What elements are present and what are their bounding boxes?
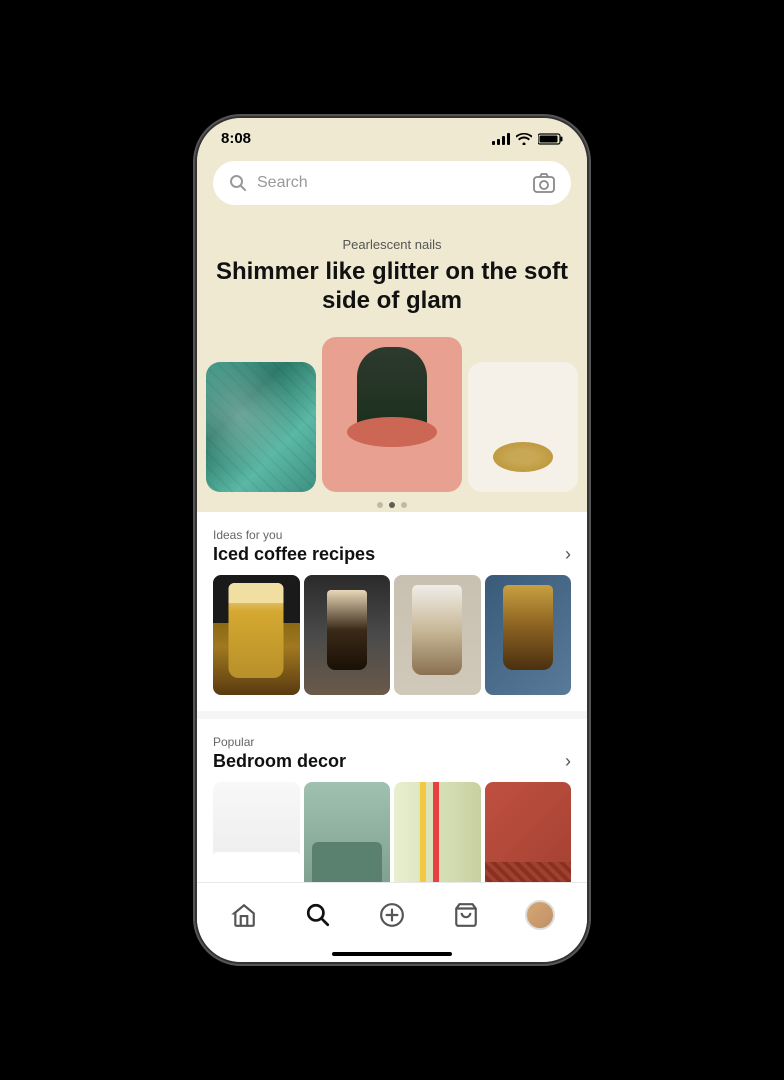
dot-2[interactable]	[389, 502, 395, 508]
bottom-nav	[197, 882, 587, 962]
hero-section: Pearlescent nails Shimmer like glitter o…	[197, 221, 587, 492]
iced-coffee-section: Ideas for you Iced coffee recipes ›	[197, 512, 587, 695]
nav-shop[interactable]	[441, 893, 491, 937]
coffee-image-4[interactable]	[485, 575, 572, 695]
coffee-image-2[interactable]	[304, 575, 391, 695]
shop-icon	[453, 902, 479, 928]
phone-frame: 8:08	[197, 118, 587, 962]
section1-title: Iced coffee recipes	[213, 544, 375, 565]
section1-header[interactable]: Iced coffee recipes ›	[213, 544, 571, 565]
carousel-dots	[197, 492, 587, 512]
avatar[interactable]	[525, 900, 555, 930]
search-bar[interactable]: Search	[213, 161, 571, 205]
wifi-icon	[516, 133, 532, 145]
nav-add[interactable]	[367, 893, 417, 937]
hero-subtitle: Pearlescent nails	[213, 237, 571, 252]
hero-images	[213, 332, 571, 492]
search-icon	[229, 174, 247, 192]
battery-icon	[538, 133, 563, 145]
section1-meta: Ideas for you	[213, 528, 571, 542]
time: 8:08	[221, 130, 251, 147]
nav-home[interactable]	[219, 893, 269, 937]
section2-meta: Popular	[213, 735, 571, 749]
hero-title: Shimmer like glitter on the soft side of…	[213, 258, 571, 316]
coffee-image-1[interactable]	[213, 575, 300, 695]
section2-header[interactable]: Bedroom decor ›	[213, 751, 571, 772]
section1-chevron[interactable]: ›	[565, 544, 571, 565]
signal-icon	[492, 133, 510, 145]
dot-1[interactable]	[377, 502, 383, 508]
hero-image-right[interactable]	[468, 362, 578, 492]
hero-image-center[interactable]	[322, 337, 462, 492]
bedroom-section: Popular Bedroom decor ›	[197, 719, 587, 902]
hero-image-left[interactable]	[206, 362, 316, 492]
dot-3[interactable]	[401, 502, 407, 508]
nav-profile[interactable]	[515, 893, 565, 937]
nav-search-icon	[305, 902, 331, 928]
coffee-image-row	[213, 575, 571, 695]
add-icon	[379, 902, 405, 928]
search-area: Search	[197, 153, 587, 221]
section-divider	[197, 711, 587, 719]
status-bar: 8:08	[197, 118, 587, 153]
camera-icon[interactable]	[533, 173, 555, 193]
nav-search[interactable]	[293, 893, 343, 937]
section2-title: Bedroom decor	[213, 751, 346, 772]
coffee-image-3[interactable]	[394, 575, 481, 695]
home-icon	[231, 902, 257, 928]
section2-chevron[interactable]: ›	[565, 751, 571, 772]
status-icons	[492, 133, 563, 145]
search-input[interactable]: Search	[257, 174, 523, 192]
home-indicator	[332, 952, 452, 956]
